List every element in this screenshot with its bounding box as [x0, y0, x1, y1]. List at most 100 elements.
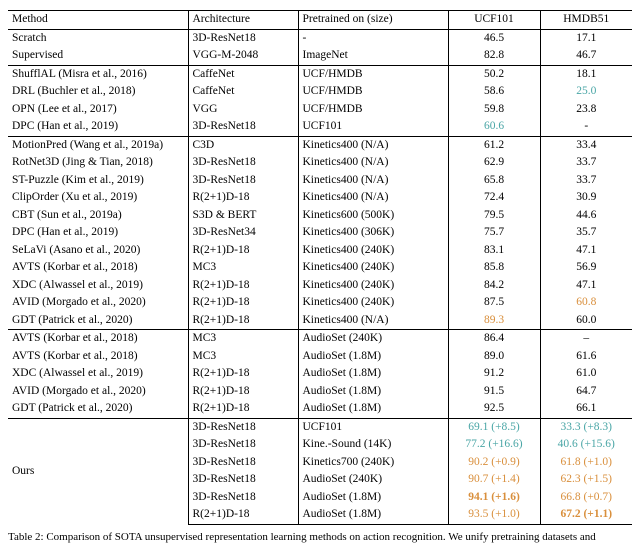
table-row: ShufflAL (Misra et al., 2016)CaffeNetUCF…	[8, 65, 632, 83]
table-caption: Table 2: Comparison of SOTA unsupervised…	[8, 525, 632, 543]
cell-pretrain: AudioSet (1.8M)	[298, 489, 448, 507]
cell-method: DPC (Han et al., 2019)	[8, 118, 188, 136]
cell-ucf: 87.5	[448, 294, 540, 312]
cell-ucf: 59.8	[448, 101, 540, 119]
cell-method: AVTS (Korbar et al., 2018)	[8, 348, 188, 366]
cell-arch: R(2+1)D-18	[188, 506, 298, 524]
cell-arch: 3D-ResNet18	[188, 29, 298, 47]
cell-method: ST-Puzzle (Kim et al., 2019)	[8, 172, 188, 190]
cell-ucf: 90.7 (+1.4)	[448, 471, 540, 489]
col-arch: Architecture	[188, 11, 298, 30]
cell-pretrain: ImageNet	[298, 47, 448, 65]
table-row: DRL (Buchler et al., 2018)CaffeNetUCF/HM…	[8, 83, 632, 101]
cell-hmdb: 61.0	[540, 365, 632, 383]
cell-pretrain: AudioSet (1.8M)	[298, 365, 448, 383]
cell-pretrain: Kinetics400 (N/A)	[298, 136, 448, 154]
table-row: AVID (Morgado et al., 2020)R(2+1)D-18Aud…	[8, 383, 632, 401]
cell-ucf: 60.6	[448, 118, 540, 136]
cell-ucf: 50.2	[448, 65, 540, 83]
cell-arch: R(2+1)D-18	[188, 277, 298, 295]
table-row: RotNet3D (Jing & Tian, 2018)3D-ResNet18K…	[8, 154, 632, 172]
cell-ucf: 84.2	[448, 277, 540, 295]
cell-arch: VGG	[188, 101, 298, 119]
table-row: XDC (Alwassel et al., 2019)R(2+1)D-18Aud…	[8, 365, 632, 383]
table-row: GDT (Patrick et al., 2020)R(2+1)D-18Audi…	[8, 400, 632, 418]
cell-pretrain: Kinetics400 (240K)	[298, 277, 448, 295]
cell-method: ClipOrder (Xu et al., 2019)	[8, 189, 188, 207]
cell-pretrain: Kinetics400 (N/A)	[298, 172, 448, 190]
cell-arch: 3D-ResNet18	[188, 454, 298, 472]
cell-method: RotNet3D (Jing & Tian, 2018)	[8, 154, 188, 172]
cell-hmdb: 33.7	[540, 172, 632, 190]
table-row: MotionPred (Wang et al., 2019a)C3DKineti…	[8, 136, 632, 154]
cell-ucf: 77.2 (+16.6)	[448, 436, 540, 454]
cell-ucf: 61.2	[448, 136, 540, 154]
cell-arch: 3D-ResNet18	[188, 489, 298, 507]
cell-pretrain: Kinetics400 (240K)	[298, 259, 448, 277]
cell-method: Supervised	[8, 47, 188, 65]
cell-arch: VGG-M-2048	[188, 47, 298, 65]
cell-method: DPC (Han et al., 2019)	[8, 224, 188, 242]
cell-hmdb: 60.0	[540, 312, 632, 330]
cell-pretrain: Kinetics400 (240K)	[298, 242, 448, 260]
cell-ucf: 58.6	[448, 83, 540, 101]
cell-method: SeLaVi (Asano et al., 2020)	[8, 242, 188, 260]
cell-hmdb: 60.8	[540, 294, 632, 312]
cell-arch: R(2+1)D-18	[188, 242, 298, 260]
cell-ucf: 72.4	[448, 189, 540, 207]
cell-method: AVID (Morgado et al., 2020)	[8, 294, 188, 312]
table-row: ST-Puzzle (Kim et al., 2019)3D-ResNet18K…	[8, 172, 632, 190]
cell-hmdb: 18.1	[540, 65, 632, 83]
cell-ucf: 69.1 (+8.5)	[448, 418, 540, 436]
table-row: SupervisedVGG-M-2048ImageNet82.846.7	[8, 47, 632, 65]
table-row: XDC (Alwassel et al., 2019)R(2+1)D-18Kin…	[8, 277, 632, 295]
cell-arch: R(2+1)D-18	[188, 365, 298, 383]
table-row: AVTS (Korbar et al., 2018)MC3AudioSet (1…	[8, 348, 632, 366]
cell-arch: CaffeNet	[188, 83, 298, 101]
cell-arch: MC3	[188, 259, 298, 277]
cell-hmdb: 33.7	[540, 154, 632, 172]
cell-method: ShufflAL (Misra et al., 2016)	[8, 65, 188, 83]
col-ucf: UCF101	[448, 11, 540, 30]
cell-method: AVTS (Korbar et al., 2018)	[8, 330, 188, 348]
cell-hmdb: 47.1	[540, 277, 632, 295]
cell-arch: 3D-ResNet18	[188, 471, 298, 489]
cell-hmdb: –	[540, 330, 632, 348]
cell-hmdb: 67.2 (+1.1)	[540, 506, 632, 524]
table-row: AVID (Morgado et al., 2020)R(2+1)D-18Kin…	[8, 294, 632, 312]
cell-pretrain: UCF101	[298, 118, 448, 136]
cell-arch: 3D-ResNet18	[188, 418, 298, 436]
cell-pretrain: AudioSet (1.8M)	[298, 506, 448, 524]
cell-arch: R(2+1)D-18	[188, 383, 298, 401]
cell-ucf: 83.1	[448, 242, 540, 260]
cell-ucf: 79.5	[448, 207, 540, 225]
cell-hmdb: -	[540, 118, 632, 136]
cell-pretrain: UCF/HMDB	[298, 65, 448, 83]
cell-pretrain: Kinetics400 (N/A)	[298, 189, 448, 207]
cell-arch: MC3	[188, 348, 298, 366]
cell-pretrain: Kinetics400 (N/A)	[298, 154, 448, 172]
col-pretrain: Pretrained on (size)	[298, 11, 448, 30]
table-row: AVTS (Korbar et al., 2018)MC3AudioSet (2…	[8, 330, 632, 348]
ours-label: Ours	[8, 418, 188, 524]
table-row: DPC (Han et al., 2019)3D-ResNet18UCF1016…	[8, 118, 632, 136]
cell-arch: CaffeNet	[188, 65, 298, 83]
cell-hmdb: 64.7	[540, 383, 632, 401]
cell-hmdb: 61.6	[540, 348, 632, 366]
cell-method: CBT (Sun et al., 2019a)	[8, 207, 188, 225]
cell-hmdb: 33.3 (+8.3)	[540, 418, 632, 436]
table-row: AVTS (Korbar et al., 2018)MC3Kinetics400…	[8, 259, 632, 277]
cell-hmdb: 61.8 (+1.0)	[540, 454, 632, 472]
cell-hmdb: 56.9	[540, 259, 632, 277]
cell-pretrain: AudioSet (240K)	[298, 471, 448, 489]
table-row: OPN (Lee et al., 2017)VGGUCF/HMDB59.823.…	[8, 101, 632, 119]
cell-ucf: 93.5 (+1.0)	[448, 506, 540, 524]
cell-ucf: 86.4	[448, 330, 540, 348]
cell-arch: R(2+1)D-18	[188, 312, 298, 330]
col-hmdb: HMDB51	[540, 11, 632, 30]
cell-arch: 3D-ResNet18	[188, 172, 298, 190]
cell-arch: 3D-ResNet18	[188, 154, 298, 172]
cell-hmdb: 35.7	[540, 224, 632, 242]
cell-pretrain: AudioSet (1.8M)	[298, 348, 448, 366]
cell-method: AVID (Morgado et al., 2020)	[8, 383, 188, 401]
